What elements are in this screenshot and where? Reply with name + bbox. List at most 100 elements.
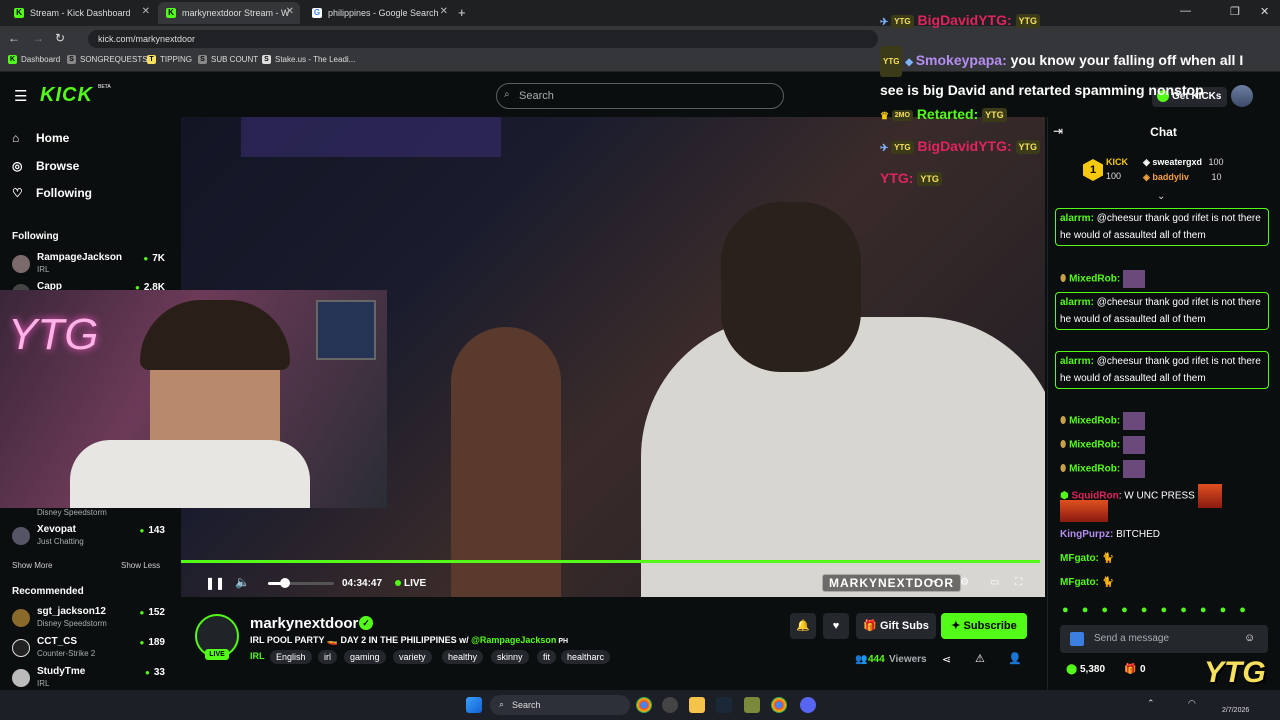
tag[interactable]: English (270, 650, 312, 664)
tag[interactable]: fit (537, 650, 557, 664)
chrome-icon[interactable] (771, 697, 787, 713)
sidebar-item-label: Home (36, 131, 70, 145)
close-tab-icon[interactable]: ✕ (440, 6, 448, 17)
tag[interactable]: skinny (491, 650, 529, 664)
show-more-button[interactable]: Show More (12, 561, 52, 570)
stream-title-mention[interactable]: @RampageJackson (471, 635, 556, 645)
stream-category[interactable]: IRL (250, 651, 265, 661)
reload-icon[interactable]: ↻ (55, 31, 65, 45)
user-options-icon[interactable]: 👤 (1008, 652, 1022, 665)
viewers-label: Viewers (889, 654, 927, 665)
clip-icon[interactable]: ✂ (930, 577, 938, 588)
chat-username[interactable]: KingPurpz: (1060, 529, 1113, 540)
gift-icon: ◈ (1143, 172, 1153, 182)
subscribe-button[interactable]: ✦ Subscribe (941, 613, 1027, 639)
chat-username[interactable]: alarrm: (1060, 297, 1094, 308)
channel-name[interactable]: markynextdoor (250, 615, 358, 632)
tag[interactable]: healthy (442, 650, 484, 664)
bookmark-stake[interactable]: S Stake.us - The Leadi... (262, 55, 355, 64)
share-icon[interactable]: ⋖ (942, 653, 951, 666)
chevron-up-icon[interactable]: ⌃ (1147, 698, 1155, 709)
emote-bar[interactable]: ● ● ● ● ● ● ● ● ● ● (1062, 604, 1251, 616)
chat-input[interactable]: Send a message (1060, 625, 1268, 653)
close-tab-icon[interactable]: ✕ (286, 6, 294, 17)
close-tab-icon[interactable]: ✕ (142, 6, 150, 17)
chrome-icon[interactable] (636, 697, 652, 713)
tag[interactable]: irl (318, 650, 337, 664)
fullscreen-icon[interactable]: ⛶ (1015, 577, 1022, 588)
chat-username[interactable]: alarrm: (1060, 213, 1094, 224)
sidebar-item-browse[interactable]: ◎ Browse (12, 159, 79, 173)
browser-tab[interactable]: G philippines - Google Search ✕ (304, 2, 454, 24)
theater-mode-icon[interactable]: ▭ (990, 577, 999, 588)
emote: YTG (982, 108, 1007, 123)
url-field[interactable]: kick.com/markynextdoor (88, 30, 878, 48)
emote: YTG (1015, 14, 1041, 29)
report-icon[interactable]: ⚠ (975, 652, 985, 665)
taskbar-search[interactable]: Search (490, 695, 630, 715)
search-input[interactable]: Search (496, 83, 784, 109)
channel-category: Disney Speedstorm (37, 619, 107, 628)
chat-username[interactable]: MFgato: (1060, 553, 1099, 564)
bookmark-songrequests[interactable]: S SONGREQUESTS (67, 55, 148, 64)
back-icon[interactable]: ← (8, 31, 20, 45)
chat-username[interactable]: MixedRob: (1069, 274, 1120, 285)
sidebar-item-following[interactable]: ♡ Following (12, 186, 92, 200)
overlay-chat-line: YTG ◆ Smokeypapa: you know your falling … (880, 46, 1260, 104)
video-progress-bar[interactable] (181, 560, 1040, 563)
chat-username[interactable]: MixedRob: (1069, 416, 1120, 427)
windows-start-icon[interactable] (466, 697, 482, 713)
emote-icon: 🐈 (1101, 553, 1115, 564)
verified-icon: ✓ (359, 616, 373, 630)
chat-username[interactable]: MixedRob: (1069, 464, 1120, 475)
kick-logo[interactable]: KICK (40, 84, 93, 107)
bookmark-favicon-icon: T (147, 55, 156, 64)
show-less-button[interactable]: Show Less (121, 561, 160, 570)
channel-name: sgt_jackson12 (37, 606, 106, 617)
discord-icon[interactable] (800, 697, 816, 713)
expand-leaderboard-icon[interactable]: ⌄ (1157, 191, 1165, 202)
sidebar-channel[interactable]: RampageJackson IRL 7K (12, 252, 167, 280)
forward-icon[interactable]: → (32, 31, 44, 45)
new-tab-icon[interactable]: + (458, 5, 466, 20)
settings-icon[interactable]: ⚙ (960, 577, 969, 588)
browser-tab[interactable]: K Stream - Kick Dashboard ✕ (6, 2, 156, 24)
leaderboard-entry: ◈ sweatergxd 100 (1143, 157, 1224, 168)
bookmark-sub-count[interactable]: S SUB COUNT (198, 55, 258, 64)
pause-icon[interactable]: ❚❚ (205, 576, 225, 590)
bookmark-tipping[interactable]: T TIPPING (147, 55, 192, 64)
volume-icon[interactable]: 🔈 (235, 575, 250, 589)
gift-subs-button[interactable]: 🎁 Gift Subs (856, 613, 936, 639)
file-explorer-icon[interactable] (689, 697, 705, 713)
heart-icon: ♥ (832, 620, 840, 632)
chat-username[interactable]: alarrm: (1060, 356, 1094, 367)
tag[interactable]: healtharc (561, 650, 611, 664)
emoji-icon[interactable]: ☺ (1244, 632, 1255, 644)
follow-button[interactable]: ♥ (823, 613, 849, 639)
browser-tab-active[interactable]: K markynextdoor Stream - W ✕ (158, 2, 300, 24)
volume-slider-handle[interactable] (280, 578, 290, 588)
chat-commands-icon[interactable] (1070, 632, 1084, 646)
tag[interactable]: gaming (344, 650, 386, 664)
sidebar-channel[interactable]: Xevopat Just Chatting 143 (12, 524, 167, 552)
sidebar-channel[interactable]: StudyTme IRL 33 (12, 666, 167, 690)
channel-points[interactable]: 5,380 (1080, 664, 1105, 675)
app-icon[interactable] (662, 697, 678, 713)
bookmark-dashboard[interactable]: K Dashboard (8, 55, 60, 64)
chat-message: ⬮ MixedRob: (1060, 460, 1270, 478)
sidebar-channel[interactable]: sgt_jackson12 Disney Speedstorm 152 (12, 606, 167, 634)
gift-count[interactable]: 0 (1140, 664, 1146, 675)
menu-icon[interactable]: ☰ (14, 87, 27, 105)
close-window-icon[interactable]: ✕ (1260, 5, 1269, 18)
notification-bell-button[interactable]: 🔔 (790, 613, 816, 639)
wifi-icon[interactable]: ◠ (1188, 698, 1196, 709)
app-icon[interactable] (744, 697, 760, 713)
chat-username[interactable]: MFgato: (1060, 577, 1099, 588)
sidebar-channel[interactable]: CCT_CS Counter-Strike 2 189 (12, 636, 167, 664)
subscribe-label: Subscribe (963, 620, 1017, 632)
sidebar-item-home[interactable]: ⌂ Home (12, 131, 69, 145)
taskbar-date[interactable]: 2/7/2026 (1222, 707, 1249, 714)
chat-username[interactable]: MixedRob: (1069, 440, 1120, 451)
tag[interactable]: variety (393, 650, 432, 664)
steam-icon[interactable] (716, 697, 732, 713)
